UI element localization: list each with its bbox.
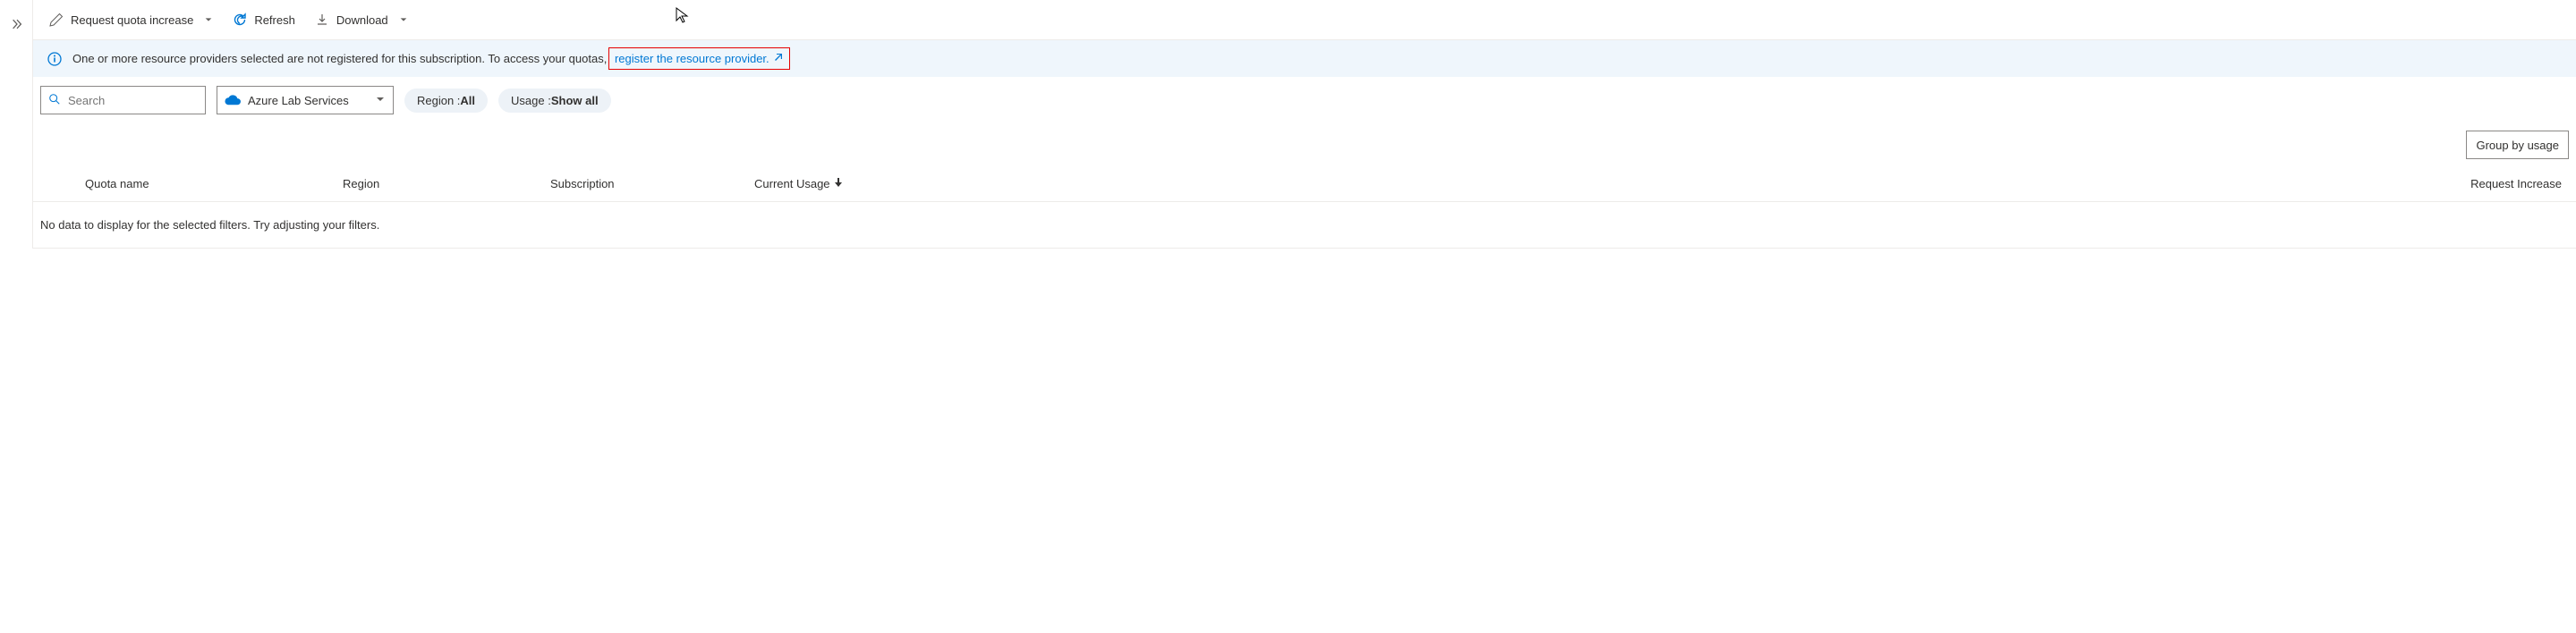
banner-message: One or more resource providers selected … bbox=[72, 52, 607, 65]
register-provider-link[interactable]: register the resource provider. bbox=[608, 47, 790, 70]
group-by-dropdown[interactable]: Group by usage bbox=[2466, 131, 2569, 159]
chevron-down-icon bbox=[375, 94, 386, 107]
external-link-icon bbox=[773, 52, 784, 65]
info-icon bbox=[47, 52, 62, 66]
register-link-label: register the resource provider. bbox=[615, 52, 769, 65]
column-request-increase[interactable]: Request Increase bbox=[2470, 177, 2569, 190]
current-usage-label: Current Usage bbox=[754, 177, 830, 190]
usage-value: Show all bbox=[551, 94, 599, 107]
chevron-down-icon bbox=[399, 15, 408, 24]
column-current-usage[interactable]: Current Usage bbox=[754, 177, 2470, 190]
column-region[interactable]: Region bbox=[343, 177, 550, 190]
usage-label: Usage : bbox=[511, 94, 551, 107]
info-banner: One or more resource providers selected … bbox=[33, 40, 2576, 77]
request-quota-increase-button[interactable]: Request quota increase bbox=[40, 7, 222, 32]
region-value: All bbox=[460, 94, 475, 107]
download-label: Download bbox=[336, 13, 388, 27]
sort-down-icon bbox=[834, 177, 843, 190]
refresh-button[interactable]: Refresh bbox=[224, 7, 304, 32]
request-quota-label: Request quota increase bbox=[71, 13, 193, 27]
cloud-icon bbox=[225, 93, 241, 108]
column-subscription[interactable]: Subscription bbox=[550, 177, 754, 190]
empty-state-message: No data to display for the selected filt… bbox=[33, 202, 2576, 249]
search-input-wrapper[interactable] bbox=[40, 86, 206, 114]
download-icon bbox=[315, 13, 329, 27]
pencil-icon bbox=[49, 13, 64, 27]
filter-row: Azure Lab Services Region : All Usage : … bbox=[33, 77, 2576, 123]
search-input[interactable] bbox=[68, 94, 198, 107]
chevron-down-icon bbox=[204, 15, 213, 24]
expand-sidebar-button[interactable] bbox=[0, 0, 32, 249]
search-icon bbox=[48, 93, 61, 108]
refresh-label: Refresh bbox=[254, 13, 295, 27]
refresh-icon bbox=[233, 13, 247, 27]
chevron-double-right-icon bbox=[11, 20, 23, 33]
region-label: Region : bbox=[417, 94, 460, 107]
column-quota-name[interactable]: Quota name bbox=[40, 177, 343, 190]
group-by-label: Group by usage bbox=[2476, 139, 2559, 152]
download-button[interactable]: Download bbox=[306, 7, 417, 32]
table-header: Quota name Region Subscription Current U… bbox=[33, 166, 2576, 202]
region-filter-pill[interactable]: Region : All bbox=[404, 89, 488, 113]
toolbar: Request quota increase Refresh Download bbox=[33, 0, 2576, 40]
service-dropdown[interactable]: Azure Lab Services bbox=[217, 86, 394, 114]
usage-filter-pill[interactable]: Usage : Show all bbox=[498, 89, 611, 113]
service-selected-label: Azure Lab Services bbox=[248, 94, 349, 107]
